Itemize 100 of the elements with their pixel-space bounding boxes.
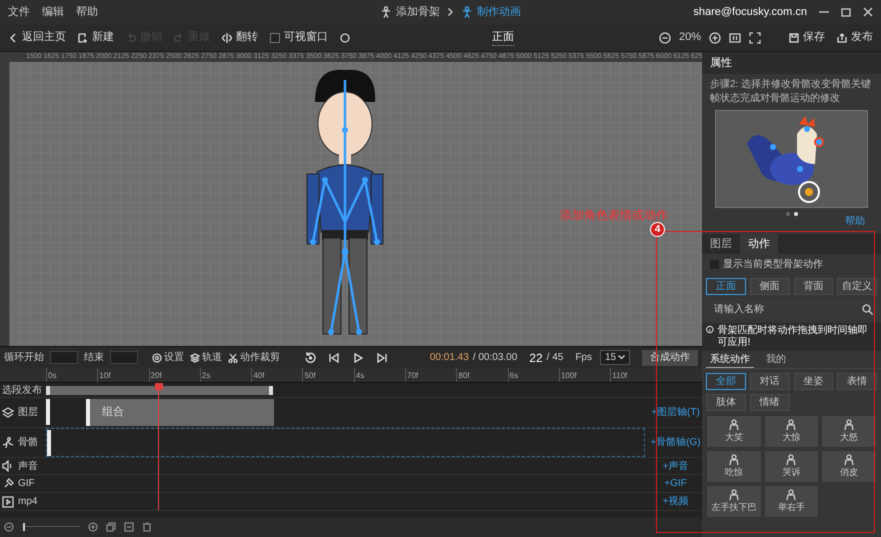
action-tile[interactable]: 哭诉 bbox=[764, 450, 820, 483]
panel-title: 属性 bbox=[702, 52, 881, 74]
timeline-ruler-label: 20f bbox=[148, 368, 200, 382]
menu-item[interactable]: 文件 bbox=[8, 4, 30, 20]
total-time: / 00:03.00 bbox=[472, 351, 518, 365]
end-label: 结束 bbox=[84, 350, 104, 365]
step-tab[interactable]: 制作动画 bbox=[461, 4, 521, 20]
figure-icon bbox=[785, 454, 798, 466]
account-email: share@focusky.com.cn bbox=[693, 4, 807, 20]
minimize-icon bbox=[819, 11, 829, 13]
timeline-ruler-label: 10f bbox=[97, 368, 149, 382]
show-type-checkbox[interactable]: 显示当前类型骨架动作 bbox=[702, 254, 881, 274]
chevron-icon bbox=[448, 8, 453, 16]
close-icon bbox=[863, 7, 873, 17]
track-label: 选段发布 bbox=[2, 384, 42, 398]
slider-thumb[interactable] bbox=[23, 523, 26, 531]
figure-icon bbox=[728, 454, 740, 466]
flip-button[interactable]: 翻转 bbox=[222, 29, 258, 46]
view-tab[interactable]: 正面 bbox=[492, 28, 514, 46]
filter-button[interactable]: 情绪 bbox=[750, 394, 790, 411]
filter-button[interactable]: 表情 bbox=[837, 373, 877, 390]
filter-button[interactable]: 侧面 bbox=[750, 278, 790, 295]
filter-button[interactable]: 背面 bbox=[794, 278, 834, 295]
fullscreen-icon bbox=[749, 32, 761, 44]
add-track-button[interactable]: +视频 bbox=[662, 494, 688, 509]
zoom-in-icon bbox=[709, 32, 721, 44]
play-icon bbox=[352, 352, 364, 364]
filter-button[interactable]: 对话 bbox=[750, 373, 790, 390]
panel-tab[interactable]: 动作 bbox=[740, 234, 778, 254]
action-tile[interactable]: 俏皮 bbox=[821, 450, 877, 483]
speaker-icon bbox=[2, 460, 14, 472]
scissors-icon bbox=[228, 352, 238, 362]
add-track-button[interactable]: +GIF bbox=[664, 476, 687, 491]
end-field[interactable] bbox=[110, 351, 138, 364]
timeline-ruler-label: 6s bbox=[508, 368, 559, 382]
track-label: 声音 bbox=[18, 460, 38, 474]
menu-item[interactable]: 帮助 bbox=[76, 4, 98, 20]
zoom-in-icon bbox=[88, 522, 98, 532]
publish-button[interactable]: 发布 bbox=[837, 29, 873, 46]
figure-icon bbox=[380, 6, 392, 18]
step-forward-icon bbox=[376, 352, 388, 364]
step-description: 步骤2: 选择并修改骨骼改变骨骼关键帧状态完成对骨骼运动的修改 bbox=[709, 78, 872, 106]
total-frames: / 45 bbox=[546, 350, 564, 365]
source-tab[interactable]: 系统动作 bbox=[706, 352, 754, 368]
info-icon bbox=[340, 32, 350, 42]
visible-window-checkbox[interactable]: 可视窗口 bbox=[270, 29, 328, 46]
filter-button[interactable]: 坐姿 bbox=[794, 373, 834, 390]
replay-icon bbox=[304, 352, 316, 364]
settings-button[interactable]: 设置 bbox=[152, 350, 184, 365]
timeline-ruler-label: 0s bbox=[46, 368, 98, 382]
segment-range-bar[interactable] bbox=[46, 386, 273, 395]
zoom-out-icon bbox=[4, 522, 14, 532]
save-button[interactable]: 保存 bbox=[789, 29, 825, 46]
layer-clip[interactable]: 组合 bbox=[86, 399, 274, 426]
timeline-ruler-label: 40f bbox=[251, 368, 302, 382]
new-button[interactable]: 新建 bbox=[78, 29, 114, 46]
track-button[interactable]: 轨道 bbox=[190, 350, 222, 365]
trash-icon bbox=[142, 522, 152, 532]
figure-icon bbox=[728, 488, 740, 501]
cut-button[interactable]: 动作裁剪 bbox=[228, 350, 280, 365]
source-tab[interactable]: 我的 bbox=[762, 352, 790, 367]
action-tile[interactable]: 大笑 bbox=[706, 415, 762, 448]
back-button[interactable]: 返回主页 bbox=[8, 29, 66, 46]
fps-select[interactable]: 15 bbox=[600, 350, 630, 365]
filter-button[interactable]: 全部 bbox=[706, 373, 746, 390]
action-tile[interactable]: 大怒 bbox=[821, 415, 877, 448]
panel-tab[interactable]: 图层 bbox=[702, 234, 740, 254]
filter-button[interactable]: 自定义 bbox=[837, 278, 877, 295]
timeline-zoom-slider[interactable] bbox=[22, 523, 80, 531]
maximize-icon bbox=[841, 7, 851, 17]
track-label: GIF bbox=[18, 477, 35, 491]
layers-icon bbox=[2, 406, 14, 418]
annotation-text: 添加角色表情或动作 bbox=[560, 207, 668, 224]
gear-icon bbox=[152, 352, 162, 362]
add-track-button[interactable]: +声音 bbox=[662, 458, 688, 474]
timeline-ruler-label: 4s bbox=[354, 368, 406, 382]
redo-icon bbox=[174, 32, 184, 42]
timeline-ruler-label: 70f bbox=[405, 368, 456, 382]
keyframe-marker[interactable] bbox=[46, 399, 50, 425]
filter-button[interactable]: 肢体 bbox=[706, 394, 746, 411]
filter-button[interactable]: 正面 bbox=[706, 278, 746, 295]
keyframe-marker[interactable] bbox=[47, 430, 51, 456]
menu-item[interactable]: 编辑 bbox=[42, 4, 64, 20]
action-tile[interactable]: 左手扶下巴 bbox=[706, 485, 762, 518]
timeline-ruler-label: 110f bbox=[610, 368, 662, 382]
action-tile[interactable]: 大惊 bbox=[764, 415, 820, 448]
figure-icon bbox=[728, 418, 740, 431]
figure-icon bbox=[843, 454, 856, 466]
action-tile[interactable]: 举右手 bbox=[764, 485, 820, 518]
step-back-icon bbox=[328, 352, 340, 364]
loop-start-field[interactable] bbox=[50, 351, 78, 364]
action-tile[interactable]: 吃惊 bbox=[706, 450, 762, 483]
save-icon bbox=[789, 32, 799, 42]
current-frame: 22 bbox=[529, 348, 543, 366]
help-link[interactable]: 帮助 bbox=[845, 216, 865, 227]
step-tab[interactable]: 添加骨架 bbox=[380, 4, 440, 20]
playhead[interactable] bbox=[154, 383, 163, 510]
timeline-ruler-label: 2s bbox=[200, 368, 252, 382]
figure-icon bbox=[785, 418, 798, 431]
zoom-level: 20% bbox=[678, 30, 701, 46]
